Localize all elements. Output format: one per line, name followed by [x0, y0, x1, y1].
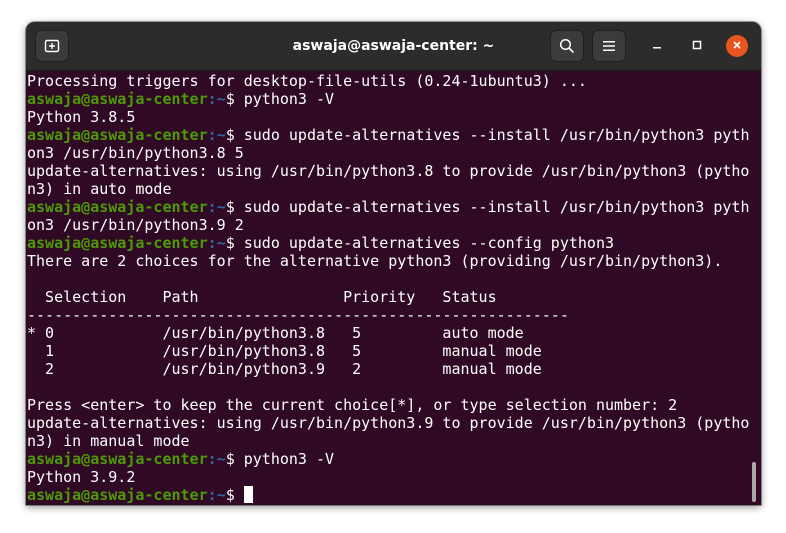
prompt-user: aswaja@aswaja-center — [27, 126, 208, 144]
minimize-button[interactable] — [645, 34, 669, 58]
output-text: update-alternatives: using /usr/bin/pyth… — [27, 414, 750, 432]
output-text: Python 3.8.5 — [27, 108, 136, 126]
prompt-path: :~ — [207, 450, 226, 468]
prompt-user: aswaja@aswaja-center — [27, 90, 208, 108]
prompt-user: aswaja@aswaja-center — [27, 198, 208, 216]
terminal-output[interactable]: Processing triggers for desktop-file-uti… — [26, 71, 761, 505]
output-text: Selection Path Priority Status — [27, 288, 497, 306]
command-text: python3 -V — [243, 450, 335, 468]
prompt-user: aswaja@aswaja-center — [27, 450, 208, 468]
hamburger-menu-icon — [602, 40, 616, 52]
output-text: update-alternatives: using /usr/bin/pyth… — [27, 162, 750, 180]
search-icon — [559, 38, 575, 54]
output-text: Press <enter> to keep the current choice… — [27, 396, 678, 414]
new-tab-icon — [44, 38, 60, 54]
output-line: on3 /usr/bin/python3.9 2 — [27, 216, 244, 234]
output-line: Processing triggers for desktop-file-uti… — [27, 72, 587, 90]
prompt-user: aswaja@aswaja-center — [27, 486, 208, 504]
prompt-line: aswaja@aswaja-center:~$ sudo update-alte… — [27, 234, 614, 252]
output-line: Press <enter> to keep the current choice… — [27, 396, 677, 414]
output-text: 2 /usr/bin/python3.9 2 manual mode — [27, 360, 542, 378]
prompt-line: aswaja@aswaja-center:~$ sudo update-alte… — [27, 198, 749, 216]
text-cursor — [243, 486, 253, 503]
prompt-path: :~ — [207, 198, 226, 216]
output-text: on3 /usr/bin/python3.9 2 — [27, 216, 244, 234]
output-line: update-alternatives: using /usr/bin/pyth… — [27, 162, 749, 180]
prompt-path: :~ — [207, 126, 226, 144]
output-text: ----------------------------------------… — [27, 306, 569, 324]
prompt-user: aswaja@aswaja-center — [27, 234, 208, 252]
prompt-symbol: $ — [225, 450, 244, 468]
output-text: * 0 /usr/bin/python3.8 5 auto mode — [27, 324, 524, 342]
output-text: 1 /usr/bin/python3.8 5 manual mode — [27, 342, 542, 360]
maximize-icon — [692, 37, 702, 55]
output-line: ----------------------------------------… — [27, 306, 569, 324]
output-line: Python 3.9.2 — [27, 468, 135, 486]
close-icon — [732, 37, 742, 55]
output-line: Python 3.8.5 — [27, 108, 135, 126]
menu-button[interactable] — [592, 30, 626, 62]
prompt-symbol: $ — [225, 486, 244, 504]
output-line: on3 /usr/bin/python3.8 5 — [27, 144, 244, 162]
command-text: sudo update-alternatives --install /usr/… — [243, 126, 750, 144]
prompt-line: aswaja@aswaja-center:~$ python3 -V — [27, 90, 334, 108]
output-text: on3 /usr/bin/python3.8 5 — [27, 144, 244, 162]
prompt-line: aswaja@aswaja-center:~$ sudo update-alte… — [27, 126, 749, 144]
new-tab-button[interactable] — [35, 30, 69, 62]
output-text: n3) in manual mode — [27, 432, 190, 450]
terminal-window: aswaja@aswaja-center: ~ Processing trigg… — [26, 22, 761, 505]
output-text: There are 2 choices for the alternative … — [27, 252, 723, 270]
output-text: n3) in auto mode — [27, 180, 172, 198]
output-line: 1 /usr/bin/python3.8 5 manual mode — [27, 342, 542, 360]
command-text: sudo update-alternatives --config python… — [243, 234, 615, 252]
output-line: There are 2 choices for the alternative … — [27, 252, 722, 270]
output-line: Selection Path Priority Status — [27, 288, 497, 306]
scrollbar[interactable] — [752, 462, 756, 502]
output-line: * 0 /usr/bin/python3.8 5 auto mode — [27, 324, 524, 342]
maximize-button[interactable] — [685, 34, 709, 58]
command-text: sudo update-alternatives --install /usr/… — [243, 198, 750, 216]
prompt-symbol: $ — [225, 198, 244, 216]
prompt-line: aswaja@aswaja-center:~$ — [27, 486, 253, 504]
prompt-path: :~ — [207, 90, 226, 108]
output-line: n3) in manual mode — [27, 432, 190, 450]
command-text: python3 -V — [243, 90, 335, 108]
prompt-symbol: $ — [225, 234, 244, 252]
prompt-path: :~ — [207, 234, 226, 252]
minimize-icon — [652, 37, 662, 55]
output-text: Python 3.9.2 — [27, 468, 136, 486]
title-bar[interactable]: aswaja@aswaja-center: ~ — [26, 22, 761, 71]
prompt-symbol: $ — [225, 90, 244, 108]
search-button[interactable] — [550, 30, 584, 62]
close-button[interactable] — [726, 35, 748, 57]
output-line: 2 /usr/bin/python3.9 2 manual mode — [27, 360, 542, 378]
prompt-line: aswaja@aswaja-center:~$ python3 -V — [27, 450, 334, 468]
output-text: Processing triggers for desktop-file-uti… — [27, 72, 587, 90]
prompt-path: :~ — [207, 486, 226, 504]
output-line: n3) in auto mode — [27, 180, 172, 198]
output-line: update-alternatives: using /usr/bin/pyth… — [27, 414, 749, 432]
prompt-symbol: $ — [225, 126, 244, 144]
